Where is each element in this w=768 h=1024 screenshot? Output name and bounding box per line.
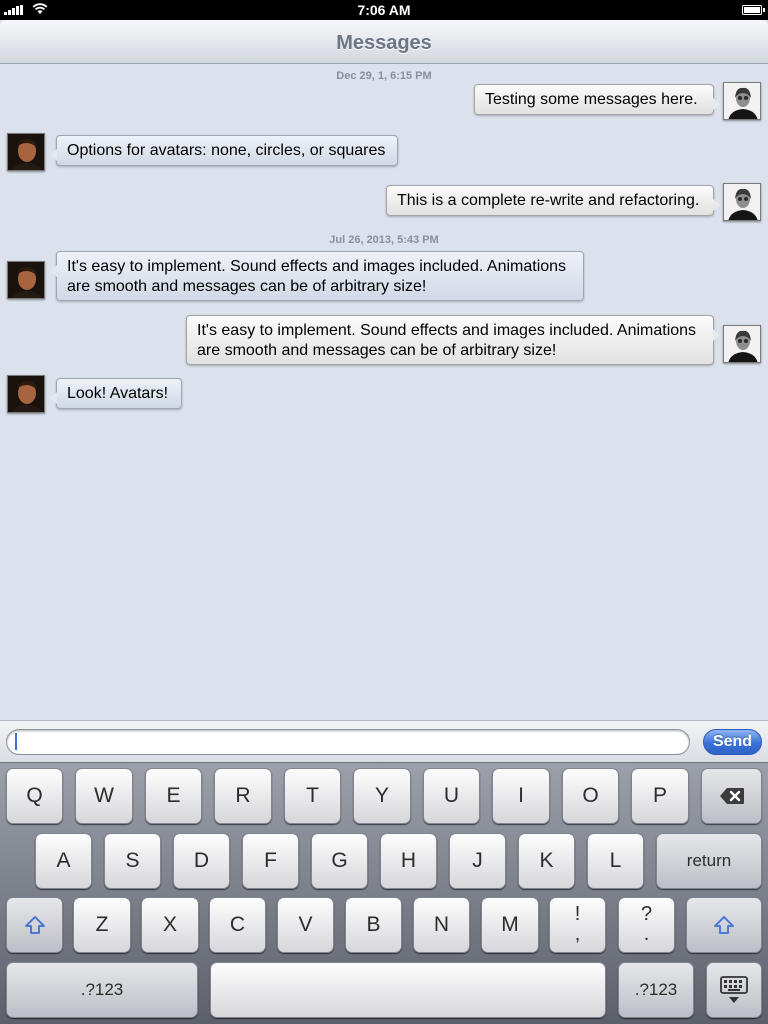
incoming-message-bubble[interactable]: Look! Avatars! bbox=[50, 378, 182, 409]
numbers-key-left[interactable]: .?123 bbox=[6, 962, 198, 1018]
recipient-avatar-icon bbox=[7, 375, 45, 413]
key-b[interactable]: B bbox=[345, 897, 402, 953]
key-x[interactable]: X bbox=[141, 897, 199, 953]
outgoing-message-bubble[interactable]: This is a complete re-write and refactor… bbox=[386, 185, 720, 216]
key-q[interactable]: Q bbox=[6, 768, 63, 824]
backspace-key[interactable] bbox=[701, 768, 762, 824]
key-l[interactable]: L bbox=[587, 833, 644, 889]
shift-icon bbox=[714, 916, 734, 934]
key-p[interactable]: P bbox=[631, 768, 689, 824]
key-z[interactable]: Z bbox=[73, 897, 131, 953]
text-cursor bbox=[15, 733, 17, 750]
sender-avatar-icon bbox=[723, 325, 761, 363]
key-j[interactable]: J bbox=[449, 833, 506, 889]
return-key[interactable]: return bbox=[656, 833, 762, 889]
recipient-avatar-icon bbox=[7, 133, 45, 171]
status-time: 7:06 AM bbox=[357, 2, 411, 18]
page-title: Messages bbox=[336, 32, 432, 54]
hide-keyboard-key[interactable] bbox=[706, 962, 762, 1018]
key-k[interactable]: K bbox=[518, 833, 575, 889]
space-key[interactable] bbox=[210, 962, 606, 1018]
key-e[interactable]: E bbox=[145, 768, 202, 824]
key-g[interactable]: G bbox=[311, 833, 368, 889]
shift-key-left[interactable] bbox=[6, 897, 63, 953]
key-h[interactable]: H bbox=[380, 833, 437, 889]
key-w[interactable]: W bbox=[75, 768, 133, 824]
sender-avatar-icon bbox=[723, 183, 761, 221]
key-o[interactable]: O bbox=[562, 768, 619, 824]
key-v[interactable]: V bbox=[277, 897, 334, 953]
recipient-avatar-icon bbox=[7, 261, 45, 299]
key-exclamation-comma[interactable]: ! , bbox=[549, 897, 606, 953]
key-top-label: ? bbox=[640, 903, 653, 925]
status-bar: 7:06 AM bbox=[0, 0, 768, 20]
incoming-message-bubble[interactable]: It's easy to implement. Sound effects an… bbox=[50, 251, 584, 301]
numbers-key-right[interactable]: .?123 bbox=[618, 962, 694, 1018]
key-u[interactable]: U bbox=[423, 768, 480, 824]
key-c[interactable]: C bbox=[209, 897, 266, 953]
key-f[interactable]: F bbox=[242, 833, 299, 889]
incoming-message-bubble[interactable]: Options for avatars: none, circles, or s… bbox=[50, 135, 398, 166]
key-m[interactable]: M bbox=[481, 897, 539, 953]
message-timestamp: Dec 29, 1, 6:15 PM bbox=[336, 70, 432, 82]
hide-keyboard-icon bbox=[720, 976, 748, 1003]
key-t[interactable]: T bbox=[284, 768, 341, 824]
key-bottom-label: . bbox=[643, 923, 650, 945]
key-d[interactable]: D bbox=[173, 833, 230, 889]
navigation-bar: Messages bbox=[0, 20, 768, 64]
key-s[interactable]: S bbox=[104, 833, 161, 889]
shift-key-right[interactable] bbox=[686, 897, 762, 953]
outgoing-message-bubble[interactable]: It's easy to implement. Sound effects an… bbox=[186, 315, 720, 365]
key-r[interactable]: R bbox=[214, 768, 272, 824]
battery-icon bbox=[742, 5, 765, 15]
send-button[interactable]: Send bbox=[703, 729, 762, 755]
message-input-bar: Send bbox=[0, 720, 768, 762]
key-y[interactable]: Y bbox=[353, 768, 411, 824]
backspace-icon bbox=[719, 788, 744, 804]
key-n[interactable]: N bbox=[413, 897, 470, 953]
shift-icon bbox=[24, 916, 45, 934]
key-question-period[interactable]: ? . bbox=[618, 897, 675, 953]
message-list[interactable]: Dec 29, 1, 6:15 PM Testing some messages… bbox=[0, 65, 768, 720]
key-top-label: ! bbox=[574, 903, 581, 925]
message-input[interactable] bbox=[6, 729, 690, 755]
key-a[interactable]: A bbox=[35, 833, 92, 889]
sender-avatar-icon bbox=[723, 82, 761, 120]
keyboard: Q W E R T Y U I O P A S D F G H J K L re… bbox=[0, 762, 768, 1024]
message-timestamp: Jul 26, 2013, 5:43 PM bbox=[329, 234, 439, 246]
outgoing-message-bubble[interactable]: Testing some messages here. bbox=[474, 84, 720, 115]
key-bottom-label: , bbox=[574, 923, 581, 945]
key-i[interactable]: I bbox=[492, 768, 550, 824]
